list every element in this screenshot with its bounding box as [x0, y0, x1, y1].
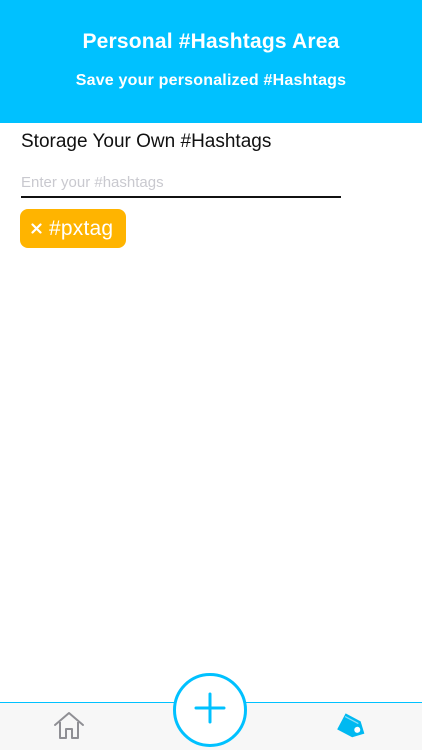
hashtag-chip-label: #pxtag: [49, 217, 114, 240]
home-icon: [52, 710, 86, 745]
tab-home[interactable]: [52, 711, 86, 743]
hashtags-screen: Personal #Hashtags Area Save your person…: [0, 0, 422, 750]
page-title: Personal #Hashtags Area: [82, 30, 340, 53]
storage-section-title: Storage Your Own #Hashtags: [21, 131, 272, 152]
tab-hashtags[interactable]: [332, 712, 372, 746]
close-icon[interactable]: [28, 221, 44, 237]
plus-icon: [193, 691, 227, 730]
hashtag-chip[interactable]: #pxtag: [20, 209, 126, 248]
hashtag-input[interactable]: [21, 168, 341, 198]
page-subtitle: Save your personalized #Hashtags: [75, 72, 347, 89]
add-hashtag-button[interactable]: [173, 673, 247, 747]
tag-icon: [333, 711, 371, 748]
app-header: Personal #Hashtags Area Save your person…: [0, 0, 422, 123]
